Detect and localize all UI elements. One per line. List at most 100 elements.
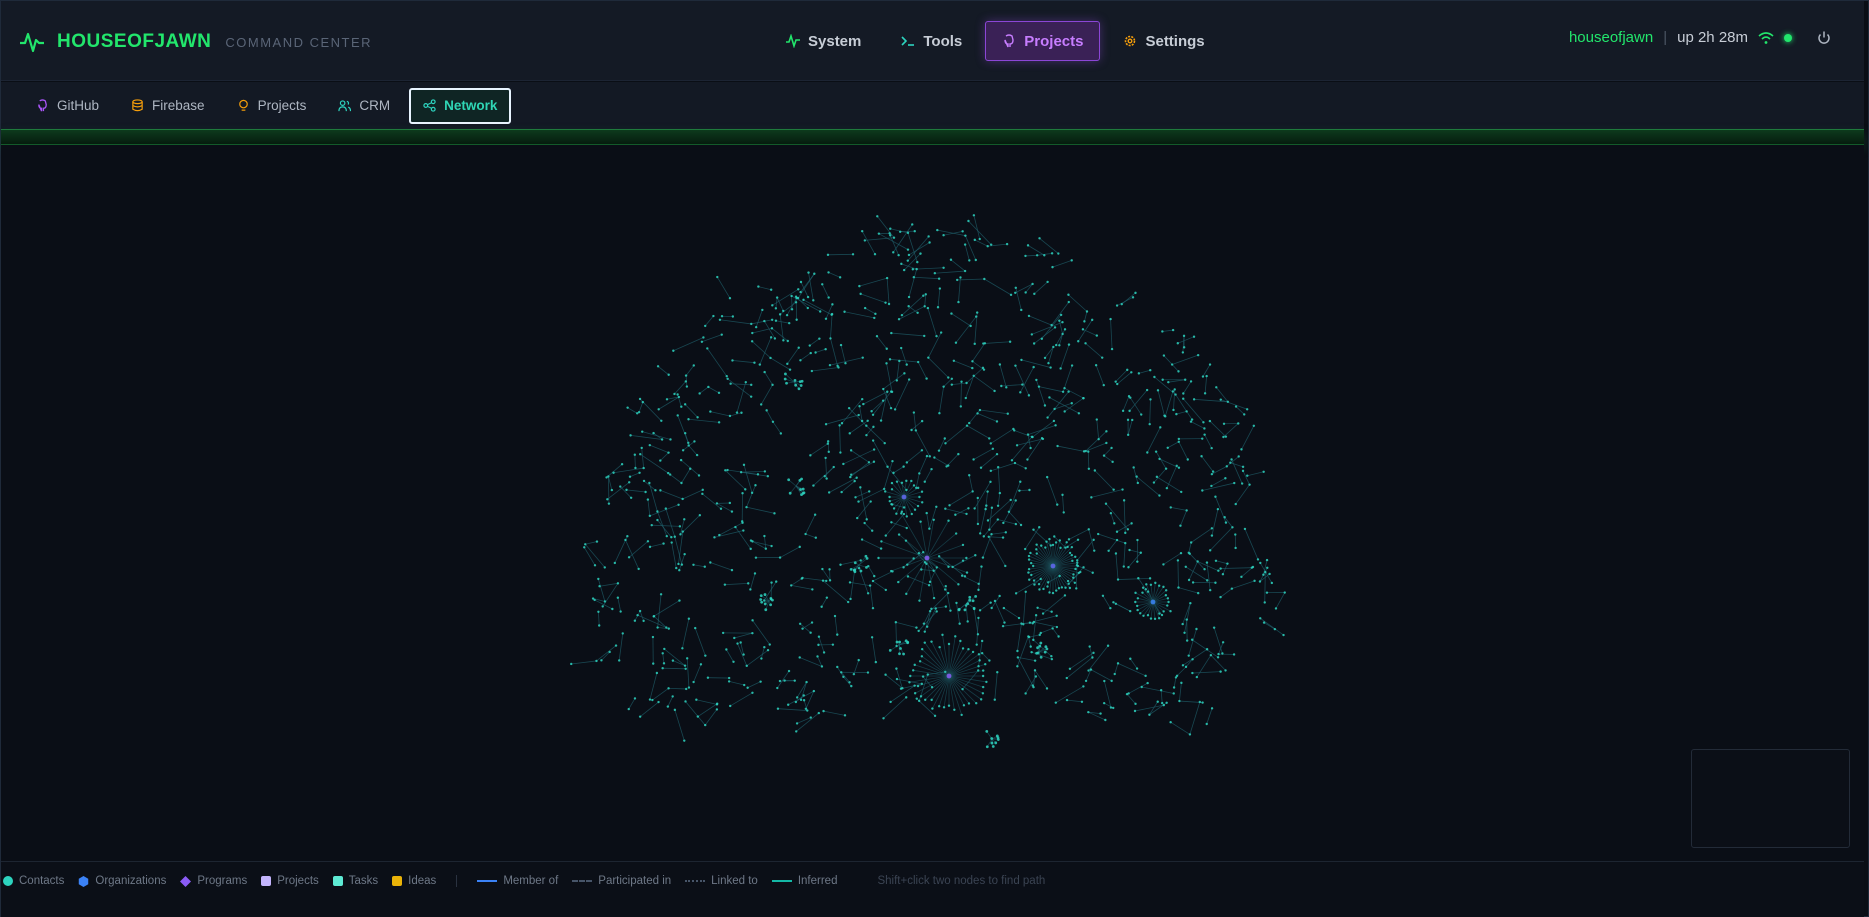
graph-node[interactable]: [889, 569, 893, 573]
graph-node[interactable]: [749, 588, 752, 591]
graph-node[interactable]: [931, 707, 934, 710]
graph-node[interactable]: [1145, 388, 1149, 392]
graph-node[interactable]: [1067, 343, 1071, 346]
graph-node[interactable]: [720, 333, 723, 336]
graph-node[interactable]: [989, 243, 993, 246]
graph-node[interactable]: [1081, 328, 1085, 331]
graph-node[interactable]: [905, 526, 908, 530]
graph-node[interactable]: [786, 703, 790, 706]
graph-node[interactable]: [902, 506, 906, 509]
graph-node[interactable]: [1038, 588, 1041, 591]
graph-node[interactable]: [1181, 664, 1185, 667]
graph-node[interactable]: [718, 318, 722, 321]
graph-node[interactable]: [831, 303, 834, 306]
graph-node[interactable]: [788, 321, 791, 325]
graph-node[interactable]: [725, 648, 728, 651]
graph-node[interactable]: [1208, 363, 1212, 366]
graph-node[interactable]: [968, 598, 972, 602]
graph-node[interactable]: [1087, 710, 1090, 714]
graph-node[interactable]: [670, 541, 673, 544]
graph-node[interactable]: [1024, 467, 1027, 470]
graph-node[interactable]: [894, 621, 898, 624]
graph-node[interactable]: [778, 556, 782, 559]
graph-node[interactable]: [1054, 424, 1057, 427]
graph-node[interactable]: [1134, 600, 1137, 604]
graph-node[interactable]: [954, 532, 958, 535]
graph-node[interactable]: [1062, 511, 1065, 514]
graph-node[interactable]: [993, 389, 996, 393]
graph-node[interactable]: [1141, 591, 1144, 594]
graph-node[interactable]: [1205, 722, 1208, 726]
graph-node[interactable]: [1053, 326, 1057, 329]
graph-node[interactable]: [820, 665, 824, 668]
graph-node[interactable]: [1090, 496, 1093, 499]
graph-node[interactable]: [1127, 395, 1131, 398]
graph-node[interactable]: [942, 234, 945, 237]
graph-node[interactable]: [598, 585, 601, 588]
graph-node[interactable]: [1190, 638, 1194, 641]
graph-node[interactable]: [809, 454, 812, 457]
graph-node[interactable]: [959, 405, 963, 408]
graph-node[interactable]: [687, 686, 691, 689]
graph-node[interactable]: [764, 608, 768, 612]
graph-node[interactable]: [1004, 531, 1008, 534]
graph-node[interactable]: [933, 456, 936, 459]
graph-node[interactable]: [1181, 622, 1184, 626]
graph-node[interactable]: [1092, 651, 1095, 655]
graph-node[interactable]: [1136, 560, 1139, 563]
graph-node[interactable]: [898, 640, 902, 644]
graph-node[interactable]: [1023, 547, 1027, 551]
graph-node[interactable]: [715, 703, 719, 706]
graph-node[interactable]: [773, 512, 776, 515]
graph-node[interactable]: [1058, 539, 1062, 542]
graph-node[interactable]: [1076, 561, 1079, 565]
graph-node[interactable]: [1027, 558, 1031, 561]
graph-node[interactable]: [680, 481, 683, 485]
graph-node[interactable]: [746, 686, 749, 689]
graph-node[interactable]: [935, 610, 938, 613]
graph-node[interactable]: [842, 675, 845, 679]
graph-node[interactable]: [1027, 567, 1031, 571]
graph-node[interactable]: [920, 568, 923, 571]
graph-node[interactable]: [715, 502, 719, 505]
graph-node[interactable]: [865, 565, 868, 569]
graph-node[interactable]: [648, 481, 651, 485]
graph-node[interactable]: [961, 559, 965, 562]
graph-node[interactable]: [1073, 581, 1077, 584]
graph-node[interactable]: [1156, 700, 1159, 703]
graph-node[interactable]: [680, 405, 683, 408]
graph-node[interactable]: [1175, 412, 1178, 416]
graph-node[interactable]: [1240, 448, 1243, 451]
graph-node[interactable]: [967, 507, 970, 510]
graph-node[interactable]: [1273, 627, 1277, 631]
graph-node[interactable]: [942, 266, 945, 269]
graph-node[interactable]: [1114, 380, 1117, 383]
graph-node[interactable]: [976, 522, 980, 526]
graph-node[interactable]: [810, 621, 814, 624]
graph-node[interactable]: [910, 479, 913, 483]
graph-node[interactable]: [1248, 483, 1251, 486]
graph-node[interactable]: [763, 645, 766, 649]
graph-node[interactable]: [1034, 614, 1038, 617]
graph-node[interactable]: [1246, 474, 1249, 477]
graph-node[interactable]: [1222, 435, 1225, 439]
graph-node[interactable]: [728, 297, 732, 300]
graph-node[interactable]: [851, 253, 855, 256]
graph-node[interactable]: [668, 473, 672, 476]
graph-node[interactable]: [1032, 528, 1035, 531]
graph-node[interactable]: [763, 593, 767, 596]
graph-node[interactable]: [919, 252, 922, 255]
graph-node[interactable]: [1087, 669, 1090, 672]
graph-node[interactable]: [736, 642, 739, 645]
graph-node[interactable]: [798, 656, 801, 659]
graph-node[interactable]: [1050, 563, 1056, 569]
graph-node[interactable]: [1188, 552, 1191, 555]
graph-node[interactable]: [880, 540, 883, 543]
graph-node[interactable]: [1063, 328, 1067, 331]
graph-node[interactable]: [782, 309, 785, 313]
graph-node[interactable]: [1116, 662, 1120, 665]
graph-node[interactable]: [889, 227, 892, 230]
graph-node[interactable]: [1122, 565, 1125, 568]
graph-node[interactable]: [955, 278, 959, 282]
graph-node[interactable]: [944, 584, 947, 588]
